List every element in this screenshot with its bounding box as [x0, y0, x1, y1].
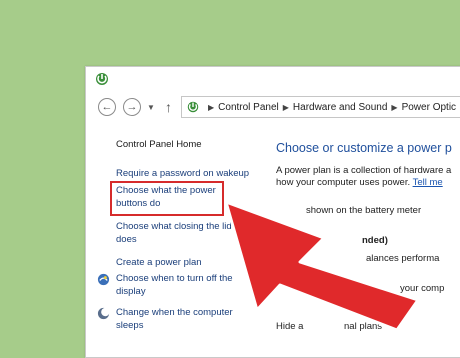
battery-meter-label: shown on the battery meter: [306, 205, 422, 216]
chevron-right-icon[interactable]: ▶: [283, 103, 289, 112]
forward-arrow-icon: →: [126, 100, 138, 113]
page-title: Choose or customize a power p: [276, 141, 452, 155]
closing-lid-link-line1[interactable]: Choose what closing the lid: [116, 221, 232, 233]
computer-sleeps-link-line2[interactable]: sleeps: [116, 320, 143, 332]
breadcrumb-power-options[interactable]: Power Optic: [402, 102, 456, 113]
balances-performance-text: alances performa: [366, 253, 440, 264]
plan-description-text: your comp: [400, 283, 445, 294]
breadcrumb-hardware-and-sound[interactable]: Hardware and Sound: [293, 102, 388, 113]
turn-off-display-link-line1[interactable]: Choose when to turn off the: [116, 273, 233, 285]
turn-off-display-link-line2[interactable]: display: [116, 286, 146, 298]
breadcrumb-control-panel[interactable]: Control Panel: [218, 102, 279, 113]
chevron-right-icon: ▶: [208, 102, 215, 112]
watermark-how-text: How: [427, 328, 454, 343]
highlight-box: [110, 181, 224, 216]
wikihow-watermark: wikiHow: [403, 328, 454, 343]
computer-sleeps-link-line1[interactable]: Change when the computer: [116, 307, 233, 319]
recommended-plan-label: nded): [362, 235, 388, 246]
hide-additional-plans-part1[interactable]: Hide a: [276, 321, 303, 333]
tell-me-more-link[interactable]: Tell me: [413, 177, 443, 188]
description-line-1: A power plan is a collection of hardware…: [276, 165, 452, 176]
control-panel-icon: [187, 101, 199, 113]
power-options-app-icon: [96, 73, 108, 85]
closing-lid-link-line2[interactable]: does: [116, 234, 137, 246]
create-power-plan-link[interactable]: Create a power plan: [116, 257, 202, 269]
hide-additional-plans-part2[interactable]: nal plans: [344, 321, 382, 333]
left-navigation-pane: Control Panel Home Require a password on…: [86, 129, 271, 357]
navigation-bar: ← → ▼ ↑ ▶ Control Panel ▶ Hardware and S…: [86, 95, 460, 121]
title-bar: [86, 67, 460, 91]
require-password-link[interactable]: Require a password on wakeup: [116, 168, 249, 180]
chevron-right-icon[interactable]: ▶: [391, 103, 397, 112]
recent-locations-dropdown-icon[interactable]: ▼: [147, 103, 155, 112]
display-off-icon: [97, 273, 110, 286]
up-one-level-icon[interactable]: ↑: [165, 99, 172, 115]
description-line-2: how your computer uses power. Tell me: [276, 177, 443, 189]
sleep-moon-icon: [97, 307, 110, 320]
forward-button[interactable]: →: [123, 98, 141, 116]
description-text: how your computer uses power.: [276, 177, 411, 188]
back-arrow-icon: ←: [101, 100, 113, 113]
watermark-wiki-text: wiki: [403, 328, 428, 343]
control-panel-home-link[interactable]: Control Panel Home: [116, 139, 202, 151]
power-plans-content: Choose or customize a power p A power pl…: [276, 129, 460, 357]
address-bar[interactable]: ▶ Control Panel ▶ Hardware and Sound ▶ P…: [181, 96, 460, 118]
back-button[interactable]: ←: [98, 98, 116, 116]
